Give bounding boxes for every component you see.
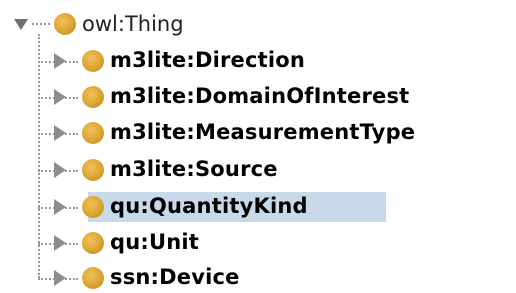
tree-connector-dash [32, 23, 50, 25]
tree-node-label: owl:Thing [82, 12, 184, 36]
class-icon [54, 13, 76, 35]
collapsed-triangle-icon[interactable] [54, 89, 66, 105]
class-icon [82, 86, 104, 108]
tree-node-label: qu:QuantityKind [110, 194, 308, 218]
class-icon [82, 122, 104, 144]
collapsed-triangle-icon[interactable] [54, 162, 66, 178]
class-hierarchy-tree: owl:Thing m3lite:Direction m3lite:Domain… [0, 0, 516, 290]
tree-node-owl-thing[interactable]: owl:Thing [14, 9, 184, 39]
collapsed-triangle-icon[interactable] [54, 235, 66, 251]
class-icon [82, 196, 104, 218]
collapsed-triangle-icon[interactable] [54, 125, 66, 141]
class-icon [82, 232, 104, 254]
class-icon [82, 267, 104, 289]
collapsed-triangle-icon[interactable] [54, 199, 66, 215]
class-icon [82, 159, 104, 181]
collapsed-triangle-icon[interactable] [54, 53, 66, 69]
tree-node-label: qu:Unit [110, 230, 200, 254]
class-icon [82, 50, 104, 72]
tree-node-label: ssn:Device [110, 265, 240, 289]
tree-node-label: m3lite:Source [110, 157, 278, 181]
tree-node-label: m3lite:MeasurementType [110, 120, 416, 144]
tree-node-label: m3lite:DomainOfInterest [110, 84, 410, 108]
expanded-triangle-icon[interactable] [14, 18, 28, 30]
tree-node-label: m3lite:Direction [110, 48, 306, 72]
tree-connector-line [38, 34, 40, 278]
collapsed-triangle-icon[interactable] [54, 270, 66, 286]
